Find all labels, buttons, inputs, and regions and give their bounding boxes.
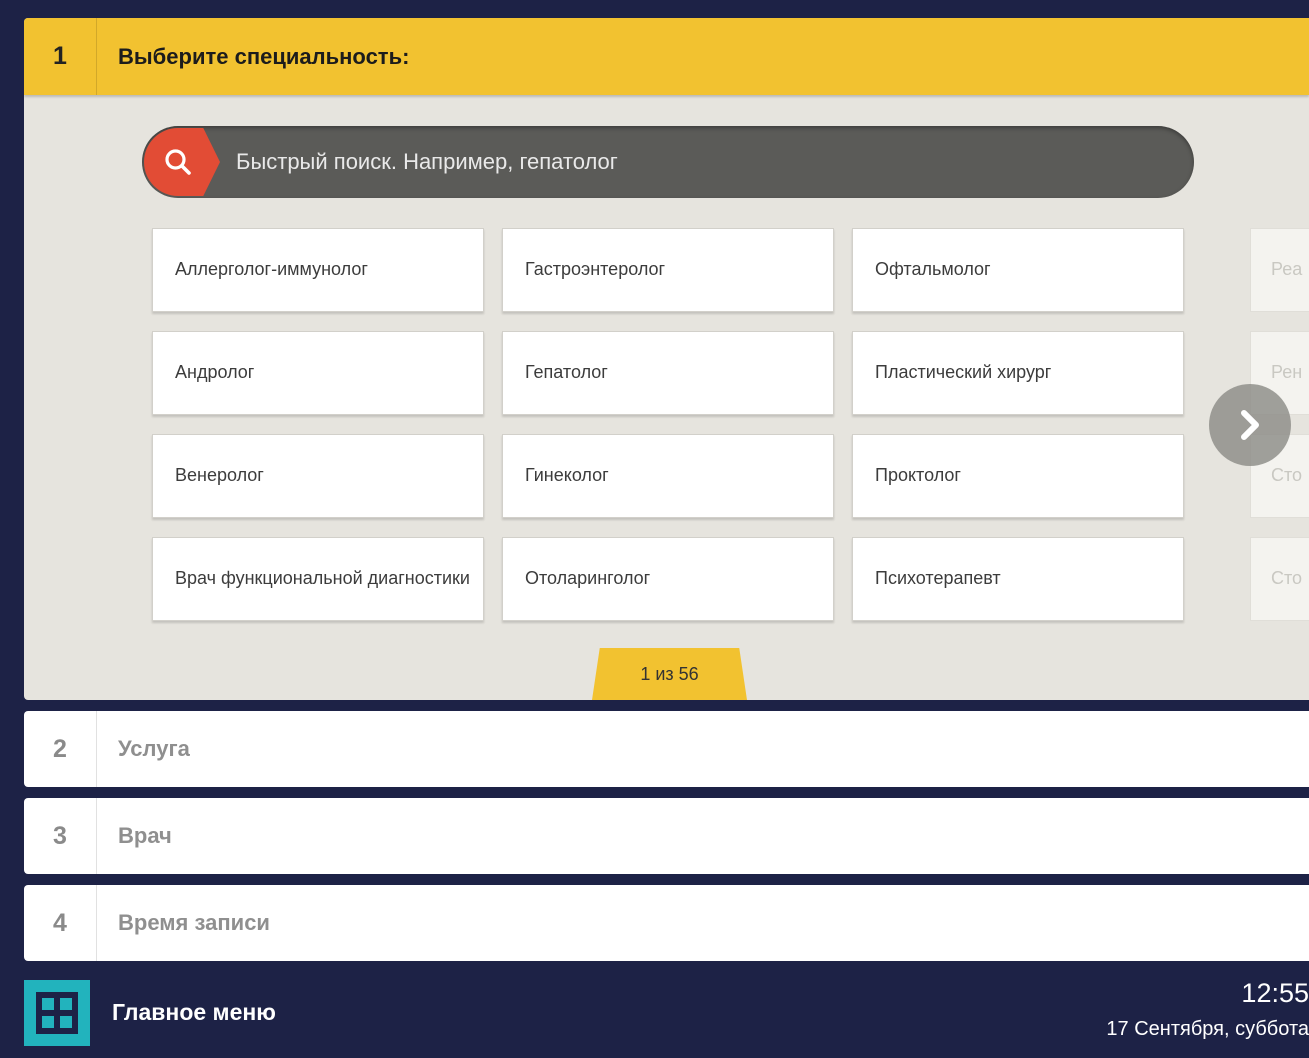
specialty-button[interactable]: Андролог (152, 331, 484, 415)
specialty-button[interactable]: Венеролог (152, 434, 484, 518)
specialty-button[interactable]: Пластический хирург (852, 331, 1184, 415)
step-number: 3 (24, 798, 97, 874)
step-2-panel[interactable]: 2 Услуга (24, 711, 1309, 787)
next-page-button[interactable] (1209, 384, 1291, 466)
specialty-button[interactable]: Аллерголог-иммунолог (152, 228, 484, 312)
step-number: 2 (24, 711, 97, 787)
search-button[interactable] (144, 128, 220, 196)
step-number: 1 (24, 18, 97, 95)
search-input[interactable]: Быстрый поиск. Например, гепатолог (142, 126, 1194, 198)
specialty-button[interactable]: Гинеколог (502, 434, 834, 518)
specialty-button[interactable]: Гепатолог (502, 331, 834, 415)
main-menu-button[interactable] (24, 980, 90, 1046)
specialty-button[interactable]: Врач функциональной диагностики (152, 537, 484, 621)
step-title: Время записи (118, 910, 270, 935)
step-number: 4 (24, 885, 97, 961)
clock-date: 17 Сентября, суббота (1106, 1018, 1309, 1040)
chevron-right-icon (1241, 410, 1259, 440)
grid-menu-icon (36, 992, 78, 1034)
step-1-panel: 1 Выберите специальность: Быстрый поиск.… (24, 18, 1309, 700)
specialty-button[interactable]: Проктолог (852, 434, 1184, 518)
step-title: Врач (118, 823, 172, 848)
step-title: Выберите специальность: (118, 43, 410, 69)
specialty-button[interactable]: Офтальмолог (852, 228, 1184, 312)
step-4-panel[interactable]: 4 Время записи (24, 885, 1309, 961)
step-3-panel[interactable]: 3 Врач (24, 798, 1309, 874)
search-icon (165, 149, 191, 175)
main-menu-label[interactable]: Главное меню (112, 999, 276, 1026)
specialty-button[interactable]: Отоларинголог (502, 537, 834, 621)
specialty-button[interactable]: Психотерапевт (852, 537, 1184, 621)
search-placeholder: Быстрый поиск. Например, гепатолог (236, 149, 618, 174)
step-title: Услуга (118, 736, 190, 761)
page-indicator: 1 из 56 (592, 648, 747, 700)
specialty-button[interactable]: Гастроэнтеролог (502, 228, 834, 312)
next-page-specialty-button: Сто (1250, 537, 1309, 621)
step-1-header[interactable]: 1 Выберите специальность: (24, 18, 1309, 95)
next-page-specialty-button: Реа (1250, 228, 1309, 312)
clock-time: 12:55 (1241, 978, 1309, 1008)
